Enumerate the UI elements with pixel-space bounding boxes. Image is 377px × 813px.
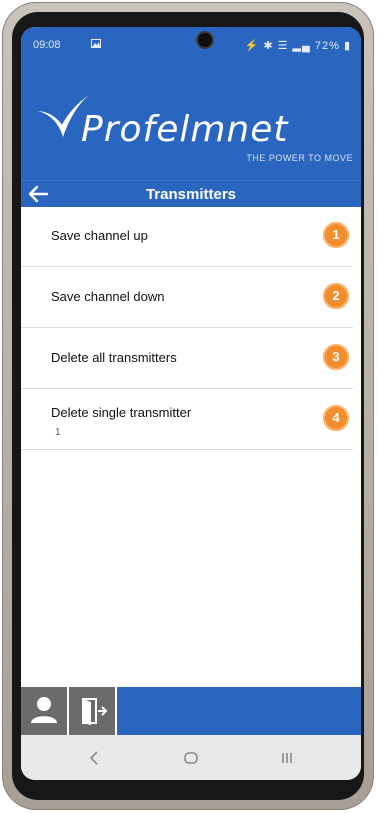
nav-home-icon[interactable] [181, 748, 201, 768]
battery-level: 72% [314, 40, 340, 52]
brand-header: Profelmnet THE POWER TO MOVE [21, 63, 361, 180]
gallery-icon [91, 39, 101, 51]
transmitters-menu: Save channel up 1 Save channel down 2 De… [21, 206, 361, 450]
brand-logo: Profelmnet [81, 109, 289, 150]
menu-item-delete-single-transmitter[interactable]: Delete single transmitter 1 4 [21, 389, 353, 450]
menu-item-save-channel-up[interactable]: Save channel up 1 [21, 206, 353, 267]
number-badge: 3 [323, 344, 349, 370]
menu-item-label: Delete single transmitter [51, 405, 192, 420]
battery-icon: ▮ [343, 40, 351, 52]
exit-door-icon [82, 698, 108, 725]
status-bar: 09:08 ⚡ ✱ ☰ ▂▄ 72% ▮ [21, 27, 361, 63]
nav-recents-icon[interactable] [277, 748, 297, 768]
status-time: 09:08 [33, 39, 61, 51]
menu-item-label: Save channel up [51, 228, 148, 243]
menu-item-delete-all-transmitters[interactable]: Delete all transmitters 3 [21, 328, 353, 389]
app-screen: 09:08 ⚡ ✱ ☰ ▂▄ 72% ▮ Profelmnet THE POWE… [21, 27, 361, 780]
user-button[interactable] [21, 687, 69, 735]
menu-item-label: Save channel down [51, 289, 165, 304]
title-bar: Transmitters [21, 180, 361, 207]
bottom-bar [21, 687, 361, 735]
number-badge: 1 [323, 222, 349, 248]
nav-back-icon[interactable] [85, 748, 105, 768]
system-navigation-bar [21, 735, 361, 780]
menu-item-subtext: 1 [55, 427, 61, 438]
user-icon [31, 697, 57, 723]
page-title: Transmitters [145, 186, 237, 203]
front-camera [196, 31, 214, 49]
menu-item-label: Delete all transmitters [51, 350, 177, 365]
number-badge: 4 [323, 405, 349, 431]
number-badge: 2 [323, 283, 349, 309]
status-right: ⚡ ✱ ☰ ▂▄ 72% ▮ [245, 39, 351, 52]
menu-item-save-channel-down[interactable]: Save channel down 2 [21, 267, 353, 328]
signal-icons: ⚡ ✱ ☰ ▂▄ [244, 40, 315, 52]
exit-button[interactable] [69, 687, 117, 735]
brand-tagline: THE POWER TO MOVE [246, 153, 353, 163]
